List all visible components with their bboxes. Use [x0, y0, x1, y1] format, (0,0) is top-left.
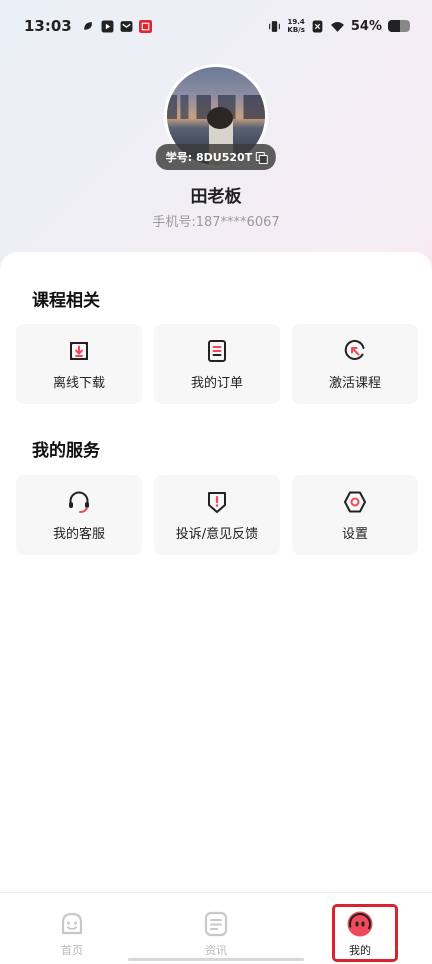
wifi-icon: [330, 21, 344, 32]
sim-off-icon: [312, 20, 323, 32]
nav-label-home: 首页: [61, 944, 83, 957]
app-notification-icon: [83, 21, 92, 30]
section-title-service: 我的服务: [30, 436, 100, 462]
tile-activate-course[interactable]: 激活课程: [292, 324, 418, 404]
status-time: 13:03: [24, 17, 72, 35]
red-app-notification-icon: [138, 19, 152, 33]
activate-icon: [344, 339, 365, 360]
tile-label: 激活课程: [328, 375, 381, 391]
tile-my-orders[interactable]: 我的订单: [154, 324, 280, 404]
tile-label: 设置: [341, 526, 368, 542]
download-icon: [70, 341, 88, 360]
network-speed: 19.4 KB/s: [287, 18, 304, 34]
copy-icon[interactable]: [256, 152, 269, 164]
profile-header: 学号: 8DU520T 田老板 手机号:187****6067: [0, 64, 432, 230]
battery-percent: 54%: [350, 18, 382, 34]
headset-icon: [69, 491, 89, 513]
tile-settings[interactable]: 设置: [292, 475, 418, 555]
nav-item-home[interactable]: 首页: [0, 893, 144, 958]
mail-notification-icon: [120, 20, 133, 32]
user-name: 田老板: [190, 187, 242, 207]
bottom-nav: 首页 资讯 我的: [0, 892, 432, 964]
home-indicator[interactable]: [128, 958, 304, 961]
nav-item-news[interactable]: 资讯: [144, 893, 288, 958]
nav-label-profile: 我的: [349, 944, 371, 957]
tile-offline-download[interactable]: 离线下载: [16, 324, 142, 404]
status-bar: 13:03 19.4 KB/s 54%: [0, 0, 432, 52]
avatar-hair: [207, 107, 233, 129]
section-title-course: 课程相关: [30, 286, 100, 312]
main-card: 课程相关 离线下载 我的订单 激活课程 我的服务 我的客服 投诉/意见反馈 设置: [0, 252, 432, 892]
network-speed-unit: KB/s: [287, 26, 305, 34]
network-speed-value: 19.4: [287, 18, 305, 26]
avatar-wrapper: 学号: 8DU520T: [155, 64, 277, 170]
tile-label: 我的订单: [190, 375, 243, 391]
student-id-badge[interactable]: 学号: 8DU520T: [155, 144, 277, 170]
tile-customer-service[interactable]: 我的客服: [16, 475, 142, 555]
news-icon: [204, 911, 228, 937]
battery-icon: [388, 20, 410, 32]
nav-label-news: 资讯: [205, 944, 227, 957]
status-left: 13:03: [24, 17, 152, 35]
tile-feedback[interactable]: 投诉/意见反馈: [154, 475, 280, 555]
student-id-text: 学号: 8DU520T: [165, 151, 253, 164]
section-title-course-text: 课程相关: [32, 291, 100, 311]
section-title-service-text: 我的服务: [32, 441, 100, 461]
tile-label: 我的客服: [52, 526, 105, 542]
home-icon: [61, 912, 83, 935]
phone-number: 手机号:187****6067: [152, 215, 280, 230]
course-grid: 离线下载 我的订单 激活课程: [16, 324, 418, 404]
tile-label: 投诉/意见反馈: [175, 526, 259, 542]
vibrate-icon: [269, 20, 281, 32]
tile-label: 离线下载: [52, 375, 105, 391]
order-icon: [208, 339, 226, 362]
service-grid: 我的客服 投诉/意见反馈 设置: [16, 475, 418, 555]
play-notification-icon: [101, 20, 114, 32]
settings-icon: [344, 491, 366, 512]
nav-item-profile[interactable]: 我的: [288, 893, 432, 958]
status-right: 19.4 KB/s 54%: [268, 18, 410, 34]
profile-icon: [347, 911, 373, 937]
feedback-icon: [208, 491, 226, 513]
